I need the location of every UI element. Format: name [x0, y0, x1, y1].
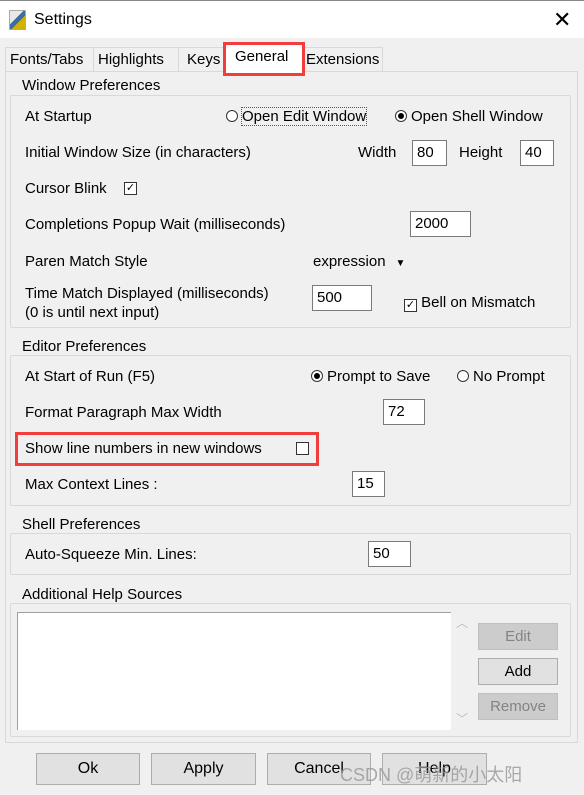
max-context-input[interactable]: 15 — [352, 471, 385, 497]
cursor-blink-checkbox[interactable]: ✓ — [124, 182, 137, 195]
apply-button[interactable]: Apply — [151, 753, 256, 785]
max-context-label: Max Context Lines : — [25, 476, 158, 493]
radio-icon — [395, 110, 407, 122]
tab-fonts-tabs[interactable]: Fonts/Tabs — [5, 47, 94, 72]
line-numbers-checkbox[interactable] — [296, 442, 309, 455]
tab-keys[interactable]: Keys — [178, 47, 226, 72]
width-input[interactable]: 80 — [412, 140, 447, 166]
title-bar: Settings ✕ — [0, 0, 584, 38]
radio-icon — [457, 370, 469, 382]
help-sources-listbox-body[interactable] — [17, 612, 451, 730]
dropdown-arrow-icon: ▼ — [395, 258, 406, 269]
line-numbers-label: Show line numbers in new windows — [25, 440, 262, 457]
format-width-label: Format Paragraph Max Width — [25, 404, 222, 421]
scroll-up-icon[interactable]: ︿ — [456, 614, 468, 631]
paren-match-label: Paren Match Style — [25, 253, 148, 270]
radio-label: Open Edit Window — [240, 107, 368, 126]
group-title: Editor Preferences — [19, 338, 150, 355]
checkbox-label: Bell on Mismatch — [421, 294, 536, 311]
radio-icon — [226, 110, 238, 122]
height-label: Height — [459, 144, 503, 161]
radio-label: Prompt to Save — [327, 368, 431, 385]
time-match-input[interactable]: 500 — [312, 285, 372, 311]
ok-button[interactable]: Ok — [36, 753, 140, 785]
edit-button[interactable]: Edit — [478, 623, 558, 650]
close-icon[interactable]: ✕ — [553, 7, 571, 33]
completions-input[interactable]: 2000 — [410, 211, 471, 237]
cursor-blink-label: Cursor Blink — [25, 180, 107, 197]
initial-size-label: Initial Window Size (in characters) — [25, 144, 251, 161]
prompt-to-save-radio[interactable]: Prompt to Save — [311, 368, 430, 385]
auto-squeeze-label: Auto-Squeeze Min. Lines: — [25, 546, 197, 563]
height-input[interactable]: 40 — [520, 140, 554, 166]
group-title: Shell Preferences — [19, 516, 144, 533]
radio-label: No Prompt — [473, 368, 545, 385]
add-button[interactable]: Add — [478, 658, 558, 685]
window-title: Settings — [34, 11, 92, 28]
radio-icon — [311, 370, 323, 382]
start-run-label: At Start of Run (F5) — [25, 368, 156, 385]
tab-highlights[interactable]: Highlights — [93, 47, 179, 72]
open-shell-window-radio[interactable]: Open Shell Window — [395, 108, 543, 125]
remove-button[interactable]: Remove — [478, 693, 558, 720]
select-value: expression — [313, 253, 386, 270]
time-match-label: Time Match Displayed (milliseconds) — [25, 285, 269, 302]
radio-label: Open Shell Window — [411, 108, 543, 125]
scroll-down-icon[interactable]: ﹀ — [456, 710, 468, 727]
tab-general[interactable]: General — [223, 42, 305, 76]
auto-squeeze-input[interactable]: 50 — [368, 541, 411, 567]
bell-on-mismatch-checkbox[interactable]: ✓ Bell on Mismatch — [404, 294, 535, 312]
time-match-sublabel: (0 is until next input) — [25, 304, 160, 321]
checkbox-icon: ✓ — [404, 299, 417, 312]
python-idle-icon — [9, 10, 26, 30]
format-width-input[interactable]: 72 — [383, 399, 425, 425]
watermark: CSDN @萌新的小太阳 — [340, 765, 523, 785]
tab-extensions[interactable]: Extensions — [303, 47, 383, 72]
completions-label: Completions Popup Wait (milliseconds) — [25, 216, 286, 233]
group-title: Window Preferences — [19, 77, 164, 94]
open-edit-window-radio[interactable]: Open Edit Window — [226, 107, 368, 126]
no-prompt-radio[interactable]: No Prompt — [457, 368, 545, 385]
at-startup-label: At Startup — [25, 108, 92, 125]
paren-match-select[interactable]: expression ▼ — [313, 253, 405, 270]
group-title: Additional Help Sources — [19, 586, 186, 603]
width-label: Width — [358, 144, 397, 161]
